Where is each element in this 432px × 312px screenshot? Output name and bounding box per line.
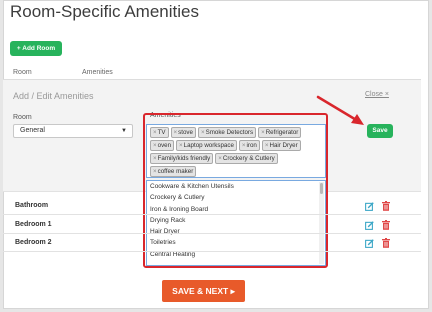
- row-divider: [3, 233, 421, 234]
- trash-icon[interactable]: [382, 220, 390, 230]
- edit-panel-title: Add / Edit Amenities: [13, 91, 94, 101]
- page-title: Room-Specific Amenities: [10, 2, 199, 21]
- row-divider: [3, 214, 421, 215]
- room-field-label: Room: [13, 114, 32, 121]
- row-divider: [3, 251, 421, 252]
- edit-icon[interactable]: [365, 202, 374, 211]
- trash-icon[interactable]: [382, 238, 390, 248]
- room-select[interactable]: General ▼: [13, 124, 133, 138]
- column-header-room: Room: [13, 69, 32, 76]
- chevron-down-icon: ▼: [121, 128, 127, 134]
- close-link[interactable]: Close ×: [365, 91, 389, 98]
- edit-icon[interactable]: [365, 221, 374, 230]
- column-header-amenities: Amenities: [82, 69, 113, 76]
- highlight-box: [143, 113, 328, 268]
- room-select-value: General: [20, 127, 45, 134]
- edit-icon[interactable]: [365, 239, 374, 248]
- room-row-name: Bedroom 2: [15, 239, 52, 246]
- save-button[interactable]: Save: [367, 124, 393, 138]
- save-and-next-button[interactable]: SAVE & NEXT ▸: [162, 280, 245, 302]
- add-room-button[interactable]: + Add Room: [10, 41, 62, 56]
- trash-icon[interactable]: [382, 201, 390, 211]
- room-row-name: Bedroom 1: [15, 221, 52, 228]
- room-row-name: Bathroom: [15, 202, 49, 209]
